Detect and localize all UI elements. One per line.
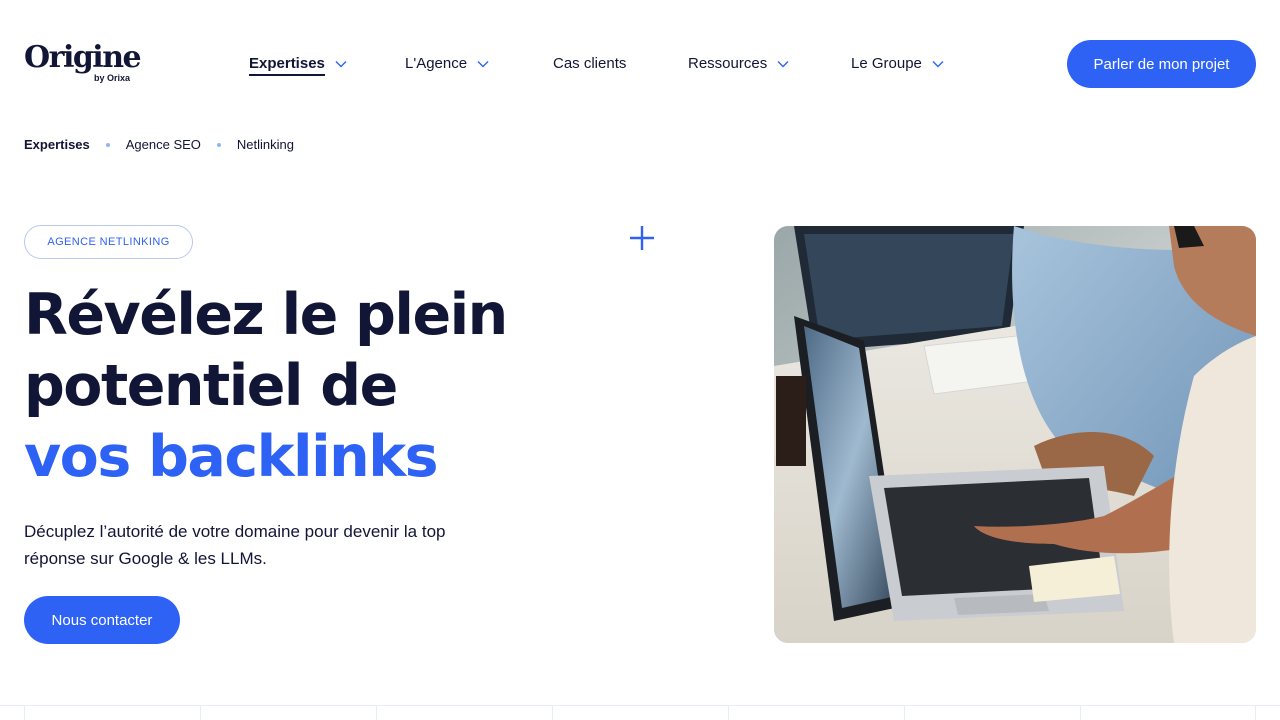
brand-sub: by Orixa (94, 73, 131, 83)
breadcrumb-separator (216, 143, 221, 147)
hero-headline: Révélez le plein potentiel de vos backli… (24, 280, 644, 493)
grid-tick (728, 706, 729, 720)
chevron-down-icon (477, 61, 489, 68)
breadcrumb-item-netlinking: Netlinking (236, 137, 295, 152)
breadcrumb-item-expertises[interactable]: Expertises (24, 136, 90, 154)
grid-tick (552, 706, 553, 720)
contact-button[interactable]: Nous contacter (24, 596, 180, 644)
office-laptop-illustration (774, 226, 1256, 643)
grid-tick (200, 706, 201, 720)
nav-item-label: Expertises (249, 52, 325, 76)
hero-photo (774, 226, 1256, 643)
breadcrumb: Expertises Agence SEO Netlinking (24, 136, 294, 154)
section-divider (0, 705, 1280, 706)
grid-tick (376, 706, 377, 720)
nav-item-expertises[interactable]: Expertises (249, 52, 347, 76)
headline-line-1: Révélez le plein (24, 282, 508, 348)
grid-tick (904, 706, 905, 720)
chevron-down-icon (335, 61, 347, 68)
headline-line-2: potentiel de (24, 353, 398, 419)
headline-accent: vos backlinks (24, 424, 439, 490)
nav-item-cas-clients[interactable]: Cas clients (553, 52, 626, 76)
chevron-down-icon (932, 61, 944, 68)
brand-logo[interactable]: Origine by Orixa (24, 42, 142, 86)
grid-tick (1080, 706, 1081, 720)
breadcrumb-item-agence-seo[interactable]: Agence SEO (126, 136, 201, 154)
breadcrumb-separator (105, 143, 110, 147)
nav-item-label: Cas clients (553, 55, 627, 72)
grid-tick (1255, 706, 1256, 720)
nav-item-label: Le Groupe (851, 55, 922, 72)
nav-item-ressources[interactable]: Ressources (688, 52, 789, 76)
nav-item-label: L'Agence (405, 55, 468, 72)
subtitle-line-2: réponse sur Google & les LLMs. (24, 549, 267, 568)
hero-tag: AGENCE NETLINKING (24, 225, 193, 259)
nav-item-label: Ressources (688, 55, 768, 72)
plus-icon (630, 226, 654, 250)
nav-item-agence[interactable]: L'Agence (405, 52, 489, 76)
grid-tick (24, 706, 25, 720)
subtitle-line-1: Décuplez l’autorité de votre domaine pou… (24, 522, 446, 541)
hero-subtitle: Décuplez l’autorité de votre domaine pou… (24, 518, 494, 572)
nav-item-le-groupe[interactable]: Le Groupe (851, 52, 944, 76)
talk-project-button[interactable]: Parler de mon projet (1067, 40, 1256, 88)
brand-name: Origine (24, 40, 142, 75)
chevron-down-icon (777, 61, 789, 68)
